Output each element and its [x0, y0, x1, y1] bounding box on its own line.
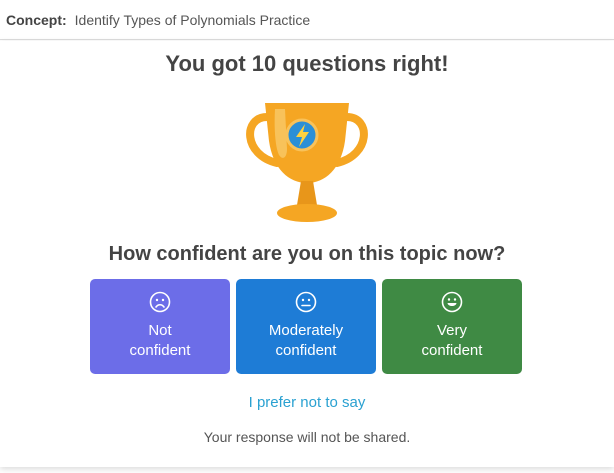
- concept-header: Concept: Identify Types of Polynomials P…: [0, 0, 614, 40]
- not-confident-button[interactable]: Not confident: [90, 279, 230, 374]
- privacy-note: Your response will not be shared.: [203, 429, 411, 445]
- moderately-confident-button[interactable]: Moderately confident: [236, 279, 376, 374]
- concept-label: Concept:: [6, 11, 67, 28]
- option-label-line2: confident: [129, 342, 191, 359]
- option-label-line1: Very: [436, 322, 467, 339]
- option-label-line1: Moderately: [268, 322, 344, 339]
- very-confident-button[interactable]: Very confident: [382, 279, 522, 374]
- option-label-line2: confident: [421, 342, 483, 359]
- frown-face-icon: [149, 291, 171, 313]
- result-modal: You got 10 questions right! How confiden…: [0, 41, 614, 467]
- neutral-face-icon: [295, 291, 317, 313]
- trophy-icon: [246, 103, 368, 222]
- prefer-not-to-say-link[interactable]: I prefer not to say: [0, 394, 614, 411]
- result-title: You got 10 questions right!: [165, 51, 449, 76]
- confidence-options: Not confident Moderately confident Very …: [90, 279, 522, 374]
- option-label-line1: Not: [148, 322, 172, 339]
- smile-face-icon: [441, 291, 463, 313]
- confidence-question: How confident are you on this topic now?: [108, 243, 506, 265]
- option-label-line2: confident: [275, 342, 337, 359]
- concept-title: Identify Types of Polynomials Practice: [74, 11, 311, 28]
